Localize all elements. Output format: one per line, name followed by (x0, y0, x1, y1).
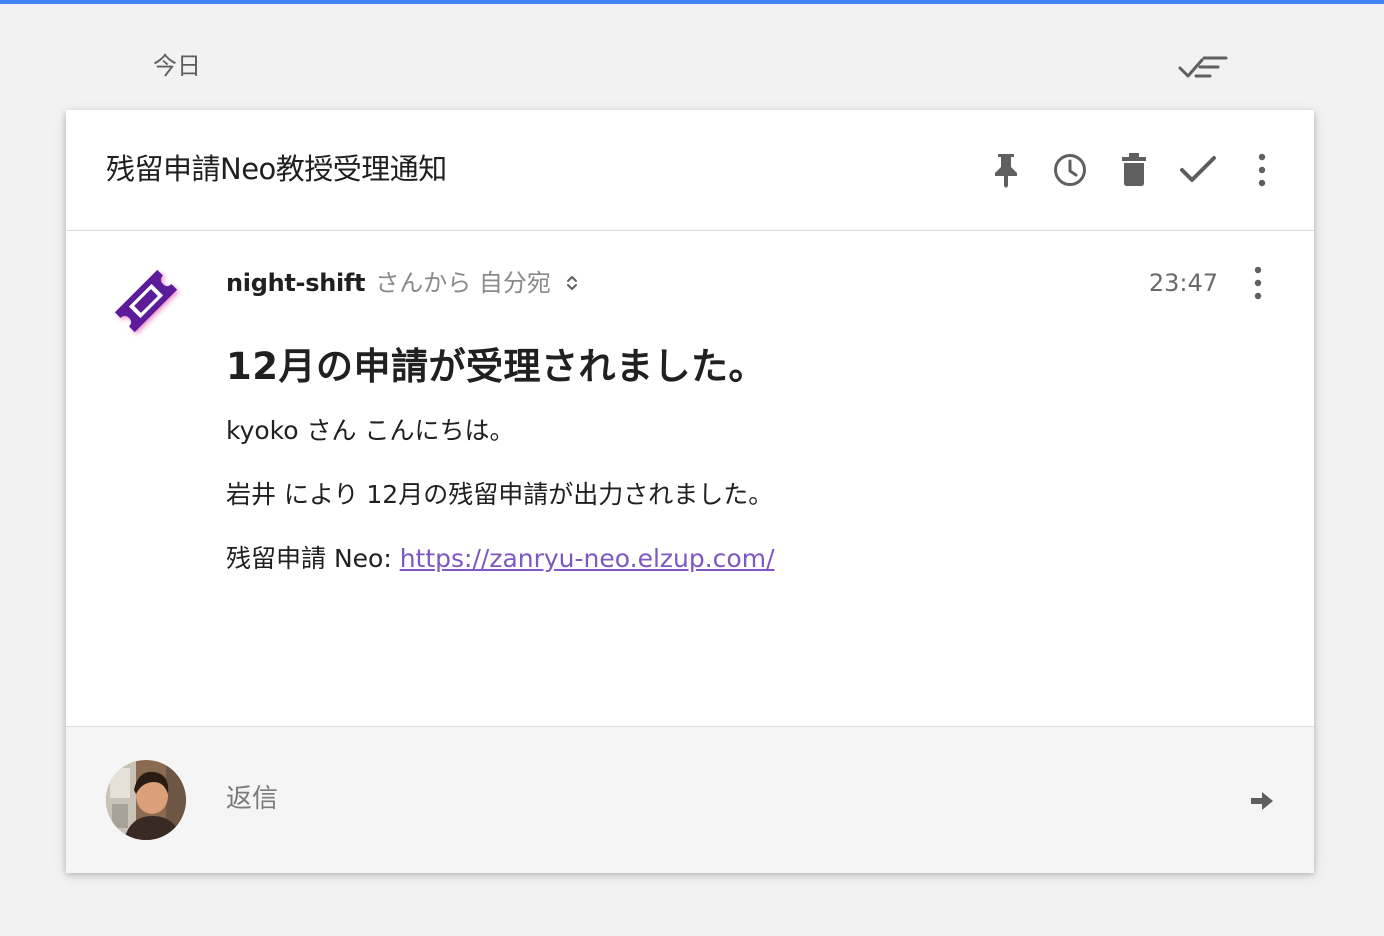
day-group-label: 今日 (153, 52, 201, 80)
check-icon (1180, 156, 1216, 182)
arrow-right-icon (1251, 792, 1273, 810)
sender-name[interactable]: night-shift (226, 267, 366, 299)
thread-header: 残留申請Neo教授受理通知 (66, 110, 1314, 231)
user-avatar[interactable] (106, 760, 186, 840)
done-button[interactable] (1176, 148, 1220, 192)
more-vert-icon (1258, 153, 1266, 187)
reply-input[interactable]: 返信 (226, 781, 1126, 817)
pin-button[interactable] (984, 148, 1028, 192)
message-heading: 12月の申請が受理されました。 (226, 345, 766, 388)
user-photo-icon (106, 760, 186, 840)
ticket-icon (114, 269, 178, 333)
message-more-button[interactable] (1236, 261, 1280, 305)
top-accent-bar (0, 0, 1384, 4)
unfold-icon (566, 276, 577, 290)
greeting-text: kyoko さん こんにちは。 (226, 416, 515, 445)
pin-icon (995, 154, 1017, 188)
recipient-info: さんから 自分宛 (375, 269, 551, 297)
message-time: 23:47 (1148, 269, 1218, 297)
sender-avatar[interactable] (106, 261, 186, 341)
more-vert-icon (1254, 266, 1262, 300)
trash-icon (1122, 153, 1146, 186)
thread-more-button[interactable] (1240, 148, 1284, 192)
app-link[interactable]: https://zanryu-neo.elzup.com/ (400, 544, 775, 573)
reply-bar: 返信 (66, 726, 1314, 873)
link-paragraph: 残留申請 Neo: https://zanryu-neo.elzup.com/ (226, 541, 1226, 577)
delete-button[interactable] (1112, 148, 1156, 192)
thread-card: 残留申請Neo教授受理通知 night-shift さんから 自分宛 23:47… (66, 110, 1314, 873)
link-label: 残留申請 Neo: (226, 544, 400, 573)
thread-subject: 残留申請Neo教授受理通知 (106, 152, 447, 186)
clock-icon (1054, 154, 1086, 186)
thread-actions (964, 148, 1284, 192)
expand-details-button[interactable] (563, 271, 581, 295)
sweep-button[interactable] (1176, 48, 1230, 88)
snooze-button[interactable] (1048, 148, 1092, 192)
body-text: 岩井 により 12月の残留申請が出力されました。 (226, 480, 774, 509)
message-body: 12月の申請が受理されました。 kyoko さん こんにちは。 岩井 により 1… (226, 341, 1226, 605)
sweep-done-icon (1178, 56, 1228, 78)
reply-send-button[interactable] (1246, 785, 1278, 817)
sender-line: night-shift さんから 自分宛 (226, 267, 581, 299)
